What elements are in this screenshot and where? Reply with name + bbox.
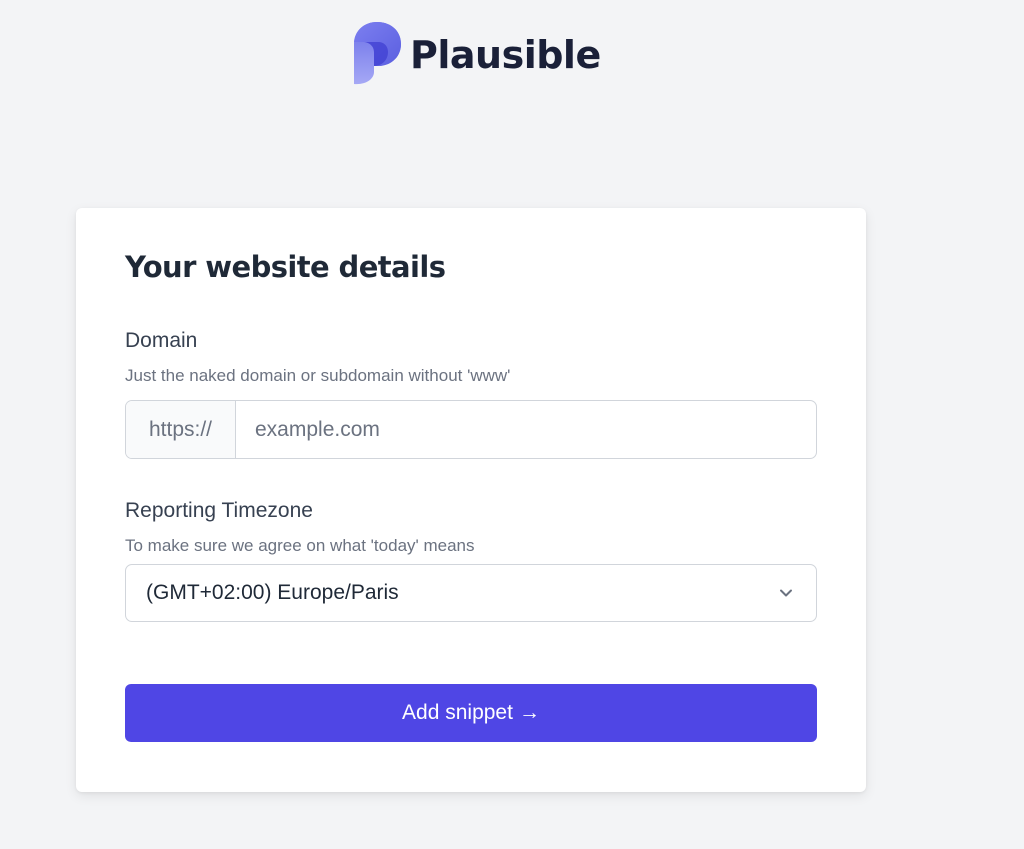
plausible-logo-icon	[354, 22, 401, 85]
timezone-select[interactable]: (GMT+02:00) Europe/Paris	[125, 564, 817, 622]
domain-input[interactable]	[236, 401, 816, 458]
website-details-card: Your website details Domain Just the nak…	[76, 208, 866, 792]
add-snippet-label: Add snippet	[402, 701, 513, 724]
arrow-right-icon: →	[518, 701, 540, 724]
chevron-down-icon	[780, 589, 792, 597]
domain-hint: Just the naked domain or subdomain witho…	[125, 366, 511, 385]
brand-name: Plausible	[410, 33, 601, 77]
timezone-label: Reporting Timezone	[125, 499, 313, 522]
add-snippet-button[interactable]: Add snippet →	[125, 684, 817, 742]
domain-input-group: https://	[125, 400, 817, 459]
page-title: Your website details	[125, 250, 446, 284]
domain-prefix: https://	[126, 401, 236, 458]
timezone-selected-value: (GMT+02:00) Europe/Paris	[146, 581, 399, 604]
domain-label: Domain	[125, 329, 198, 352]
brand-logo[interactable]: Plausible	[354, 22, 601, 86]
timezone-hint: To make sure we agree on what 'today' me…	[125, 536, 475, 555]
